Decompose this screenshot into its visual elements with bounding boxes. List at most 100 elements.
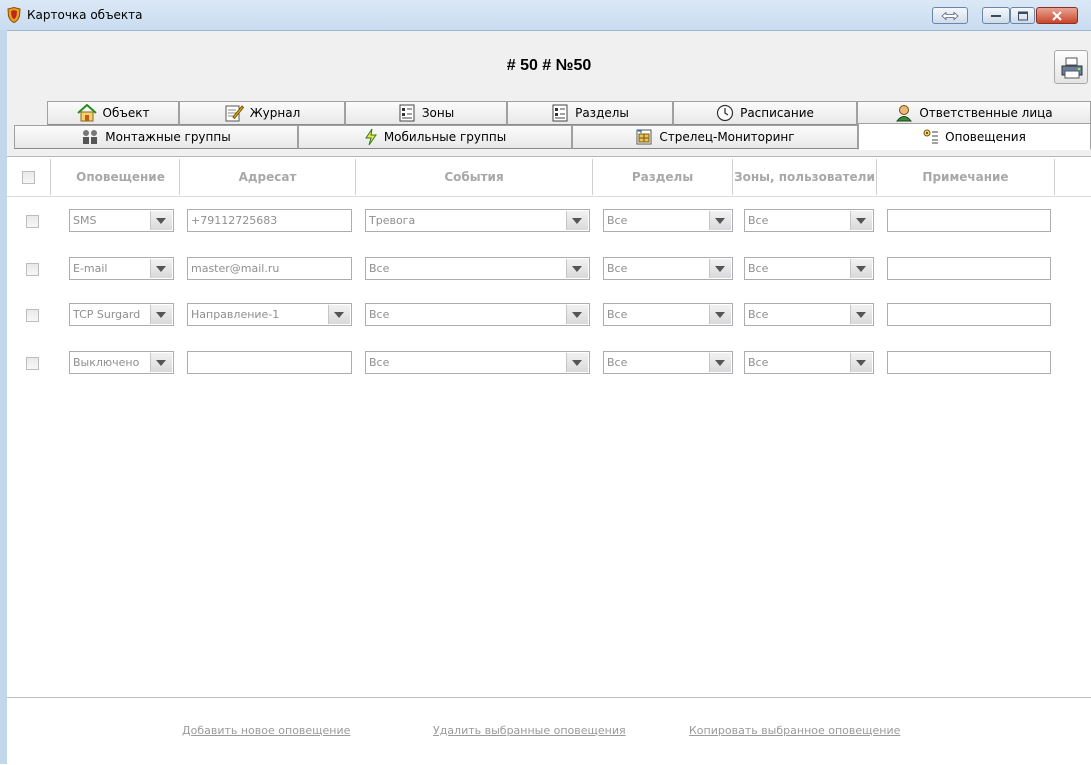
dropdown-arrow-icon[interactable] bbox=[566, 305, 588, 324]
dropdown-arrow-icon[interactable] bbox=[850, 259, 872, 278]
dropdown-arrow-icon[interactable] bbox=[150, 305, 172, 324]
tab-strelets-monitoring[interactable]: Стрелец-Мониторинг bbox=[572, 125, 858, 149]
delete-selected-link[interactable]: Удалить выбранные оповещения bbox=[433, 724, 626, 737]
notification-type-select[interactable]: E-mail bbox=[69, 257, 174, 280]
row-checkbox[interactable] bbox=[26, 357, 39, 370]
notification-type-select[interactable]: TCP Surgard bbox=[69, 303, 174, 326]
events-value: Тревога bbox=[369, 214, 416, 227]
window-left-border bbox=[0, 30, 7, 764]
restore-size-button[interactable] bbox=[932, 7, 968, 24]
window-titlebar: Карточка объекта bbox=[0, 0, 1091, 31]
dropdown-arrow-icon[interactable] bbox=[709, 353, 731, 372]
copy-selected-link[interactable]: Копировать выбранное оповещение bbox=[689, 724, 900, 737]
select-all-checkbox[interactable] bbox=[22, 170, 35, 184]
zones-users-select[interactable]: Все bbox=[744, 303, 874, 326]
recipient-select[interactable]: Направление-1 bbox=[187, 303, 352, 326]
events-select[interactable]: Все bbox=[365, 257, 590, 280]
installers-icon bbox=[83, 130, 98, 144]
dropdown-arrow-icon[interactable] bbox=[709, 211, 731, 230]
sections-select[interactable]: Все bbox=[603, 303, 733, 326]
zones-users-select[interactable]: Все bbox=[744, 209, 874, 232]
zones-users-select[interactable]: Все bbox=[744, 351, 874, 374]
notification-type-value: E-mail bbox=[73, 262, 108, 275]
object-header: # 50 # №50 bbox=[7, 31, 1091, 101]
column-header-recipient: Адресат bbox=[180, 159, 356, 195]
row-checkbox[interactable] bbox=[26, 309, 39, 322]
sections-value: Все bbox=[607, 356, 628, 369]
tab-installation-groups-label: Монтажные группы bbox=[105, 130, 231, 144]
recipient-value: master@mail.ru bbox=[191, 262, 280, 275]
tab-journal[interactable]: Журнал bbox=[179, 101, 345, 125]
recipient-field[interactable]: master@mail.ru bbox=[187, 257, 352, 280]
print-button[interactable] bbox=[1054, 50, 1088, 84]
house-icon bbox=[76, 104, 97, 122]
row-checkbox[interactable] bbox=[26, 263, 39, 276]
column-header-zones-users: Зоны, пользователи bbox=[733, 159, 877, 195]
add-notification-link[interactable]: Добавить новое оповещение bbox=[182, 724, 350, 737]
note-field[interactable] bbox=[887, 351, 1051, 374]
notification-type-value: Выключено bbox=[73, 356, 140, 369]
dropdown-arrow-icon[interactable] bbox=[566, 211, 588, 230]
tab-strip: Объект Журнал Зоны Разделы Расписание От… bbox=[7, 100, 1091, 156]
column-header-notification: Оповещение bbox=[62, 159, 180, 195]
tab-sections[interactable]: Разделы bbox=[507, 101, 673, 125]
note-field[interactable] bbox=[887, 257, 1051, 280]
dropdown-arrow-icon[interactable] bbox=[150, 259, 172, 278]
shield-app-icon bbox=[6, 6, 22, 26]
tab-object[interactable]: Объект bbox=[47, 101, 179, 125]
monitoring-icon bbox=[636, 129, 652, 145]
sections-value: Все bbox=[607, 308, 628, 321]
zones-users-value: Все bbox=[748, 262, 769, 275]
tab-responsible-persons-label: Ответственные лица bbox=[919, 106, 1053, 120]
dropdown-arrow-icon[interactable] bbox=[850, 353, 872, 372]
sections-value: Все bbox=[607, 214, 628, 227]
dropdown-arrow-icon[interactable] bbox=[709, 305, 731, 324]
select-all-header bbox=[7, 159, 51, 195]
dropdown-arrow-icon[interactable] bbox=[709, 259, 731, 278]
sections-icon bbox=[552, 104, 568, 122]
dropdown-arrow-icon[interactable] bbox=[328, 305, 350, 324]
tab-schedule[interactable]: Расписание bbox=[673, 101, 857, 125]
close-button[interactable] bbox=[1036, 7, 1078, 24]
tab-notifications[interactable]: Оповещения bbox=[858, 123, 1091, 150]
minimize-button[interactable] bbox=[982, 7, 1010, 24]
notification-type-select[interactable]: SMS bbox=[69, 209, 174, 232]
printer-icon bbox=[1061, 57, 1083, 79]
tab-strelets-monitoring-label: Стрелец-Мониторинг bbox=[659, 130, 795, 144]
sections-select[interactable]: Все bbox=[603, 351, 733, 374]
object-heading: # 50 # №50 bbox=[506, 57, 592, 74]
clock-icon bbox=[716, 104, 734, 122]
dropdown-arrow-icon[interactable] bbox=[566, 259, 588, 278]
tab-schedule-label: Расписание bbox=[740, 106, 814, 120]
notifications-panel: Оповещение Адресат События Разделы Зоны,… bbox=[7, 156, 1091, 765]
tab-journal-label: Журнал bbox=[249, 106, 301, 120]
dropdown-arrow-icon[interactable] bbox=[566, 353, 588, 372]
sections-select[interactable]: Все bbox=[603, 257, 733, 280]
events-select[interactable]: Тревога bbox=[365, 209, 590, 232]
notification-type-select[interactable]: Выключено bbox=[69, 351, 174, 374]
recipient-field[interactable]: +79112725683 bbox=[187, 209, 352, 232]
tab-installation-groups[interactable]: Монтажные группы bbox=[14, 125, 298, 149]
events-value: Все bbox=[369, 356, 390, 369]
note-field[interactable] bbox=[887, 303, 1051, 326]
sections-value: Все bbox=[607, 262, 628, 275]
note-field[interactable] bbox=[887, 209, 1051, 232]
zones-users-value: Все bbox=[748, 308, 769, 321]
events-select[interactable]: Все bbox=[365, 351, 590, 374]
tab-zones[interactable]: Зоны bbox=[345, 101, 507, 125]
maximize-button[interactable] bbox=[1010, 7, 1035, 24]
tab-mobile-groups[interactable]: Мобильные группы bbox=[298, 125, 572, 149]
tab-responsible-persons[interactable]: Ответственные лица bbox=[857, 101, 1091, 125]
tab-sections-label: Разделы bbox=[575, 106, 629, 120]
events-select[interactable]: Все bbox=[365, 303, 590, 326]
events-value: Все bbox=[369, 262, 390, 275]
dropdown-arrow-icon[interactable] bbox=[150, 353, 172, 372]
dropdown-arrow-icon[interactable] bbox=[850, 305, 872, 324]
column-header-sections: Разделы bbox=[593, 159, 733, 195]
recipient-field[interactable] bbox=[187, 351, 352, 374]
dropdown-arrow-icon[interactable] bbox=[150, 211, 172, 230]
row-checkbox[interactable] bbox=[26, 215, 39, 228]
dropdown-arrow-icon[interactable] bbox=[850, 211, 872, 230]
sections-select[interactable]: Все bbox=[603, 209, 733, 232]
zones-users-select[interactable]: Все bbox=[744, 257, 874, 280]
